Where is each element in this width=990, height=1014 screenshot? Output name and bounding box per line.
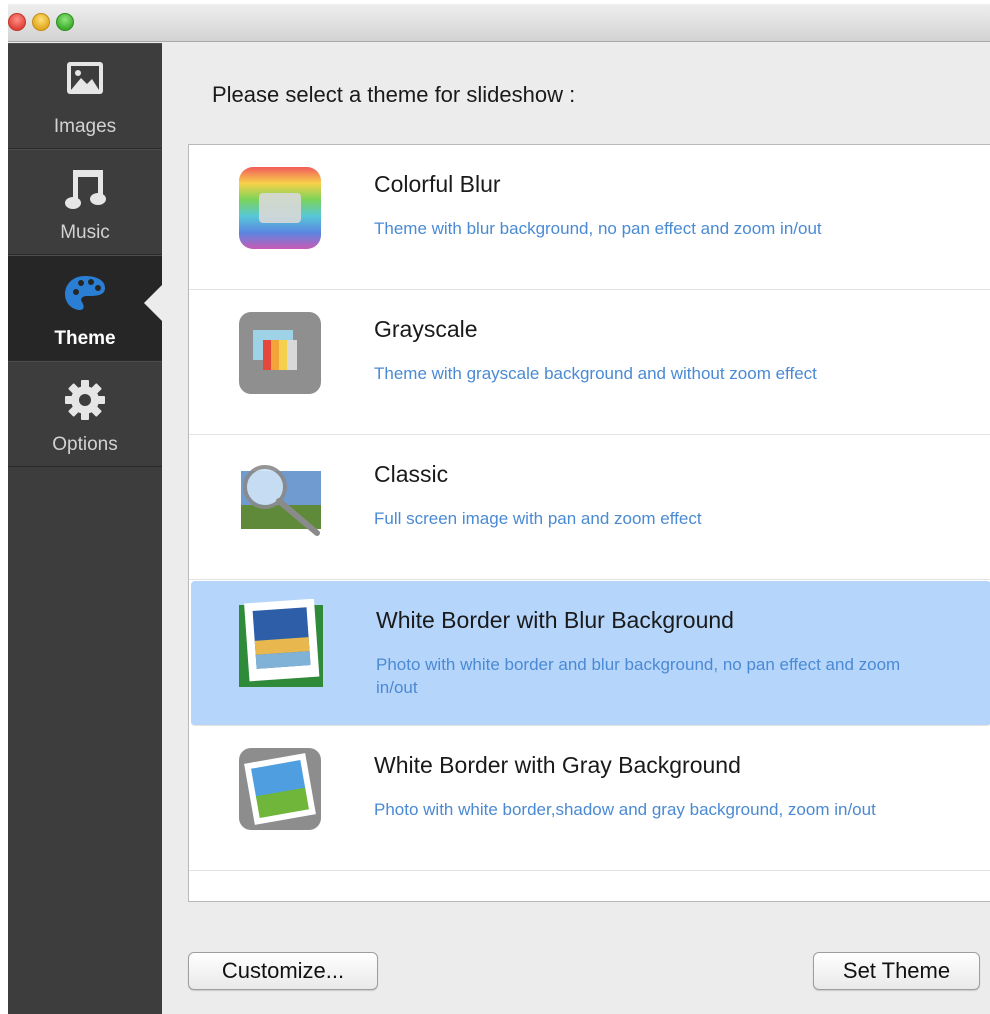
page-title: Please select a theme for slideshow : bbox=[212, 82, 576, 107]
sidebar-item-options[interactable]: Options bbox=[8, 361, 162, 467]
white-border-blur-thumbnail-icon bbox=[237, 598, 327, 689]
sidebar-item-label: Images bbox=[53, 116, 117, 137]
minimize-window-button[interactable] bbox=[32, 13, 50, 31]
image-icon bbox=[8, 60, 162, 106]
theme-name: White Border with Blur Background bbox=[376, 607, 734, 633]
sidebar-item-label: Music bbox=[60, 222, 110, 243]
partially-visible-thumbnail-icon bbox=[235, 889, 325, 901]
theme-item-classic[interactable]: Classic Full screen image with pan and z… bbox=[189, 435, 990, 580]
selection-pointer bbox=[144, 284, 163, 322]
theme-description: Theme with blur background, no pan effec… bbox=[374, 219, 822, 238]
sidebar: Images Music Theme Options bbox=[8, 43, 163, 1014]
sidebar-item-theme[interactable]: Theme bbox=[8, 255, 162, 361]
theme-description: Theme with grayscale background and with… bbox=[374, 364, 817, 383]
music-note-icon bbox=[8, 166, 162, 212]
gear-icon bbox=[8, 378, 162, 424]
theme-item-grayscale[interactable]: Grayscale Theme with grayscale backgroun… bbox=[189, 290, 990, 435]
sidebar-item-label: Options bbox=[52, 434, 118, 455]
theme-item-partial[interactable] bbox=[189, 871, 990, 901]
theme-item-colorful-blur[interactable]: Colorful Blur Theme with blur background… bbox=[189, 145, 990, 290]
classic-magnifier-thumbnail-icon bbox=[235, 453, 325, 543]
app-window: Images Music Theme Options Please select… bbox=[8, 4, 990, 1014]
close-window-button[interactable] bbox=[8, 13, 26, 31]
customize-button[interactable]: Customize... bbox=[188, 952, 378, 990]
sidebar-item-label: Theme bbox=[54, 328, 116, 349]
theme-description: Full screen image with pan and zoom effe… bbox=[374, 509, 702, 528]
grayscale-thumbnail-icon bbox=[235, 308, 325, 398]
theme-description: Photo with white border,shadow and gray … bbox=[374, 800, 876, 819]
theme-name: Classic bbox=[374, 461, 449, 487]
palette-icon bbox=[8, 272, 162, 318]
white-border-gray-thumbnail-icon bbox=[235, 744, 325, 834]
set-theme-button[interactable]: Set Theme bbox=[813, 952, 980, 990]
sidebar-item-images[interactable]: Images bbox=[8, 43, 162, 149]
theme-item-white-border-blur[interactable]: White Border with Blur Background Photo … bbox=[191, 581, 990, 726]
theme-description: Photo with white border and blur backgro… bbox=[376, 655, 901, 697]
theme-name: Grayscale bbox=[374, 316, 478, 342]
theme-list[interactable]: Colorful Blur Theme with blur background… bbox=[188, 144, 990, 902]
theme-name: Colorful Blur bbox=[374, 171, 501, 197]
sidebar-item-music[interactable]: Music bbox=[8, 149, 162, 255]
theme-name: White Border with Gray Background bbox=[374, 752, 741, 778]
colorful-blur-thumbnail-icon bbox=[235, 163, 325, 253]
theme-item-white-border-gray[interactable]: White Border with Gray Background Photo … bbox=[189, 726, 990, 871]
title-bar bbox=[8, 4, 990, 42]
maximize-window-button[interactable] bbox=[56, 13, 74, 31]
